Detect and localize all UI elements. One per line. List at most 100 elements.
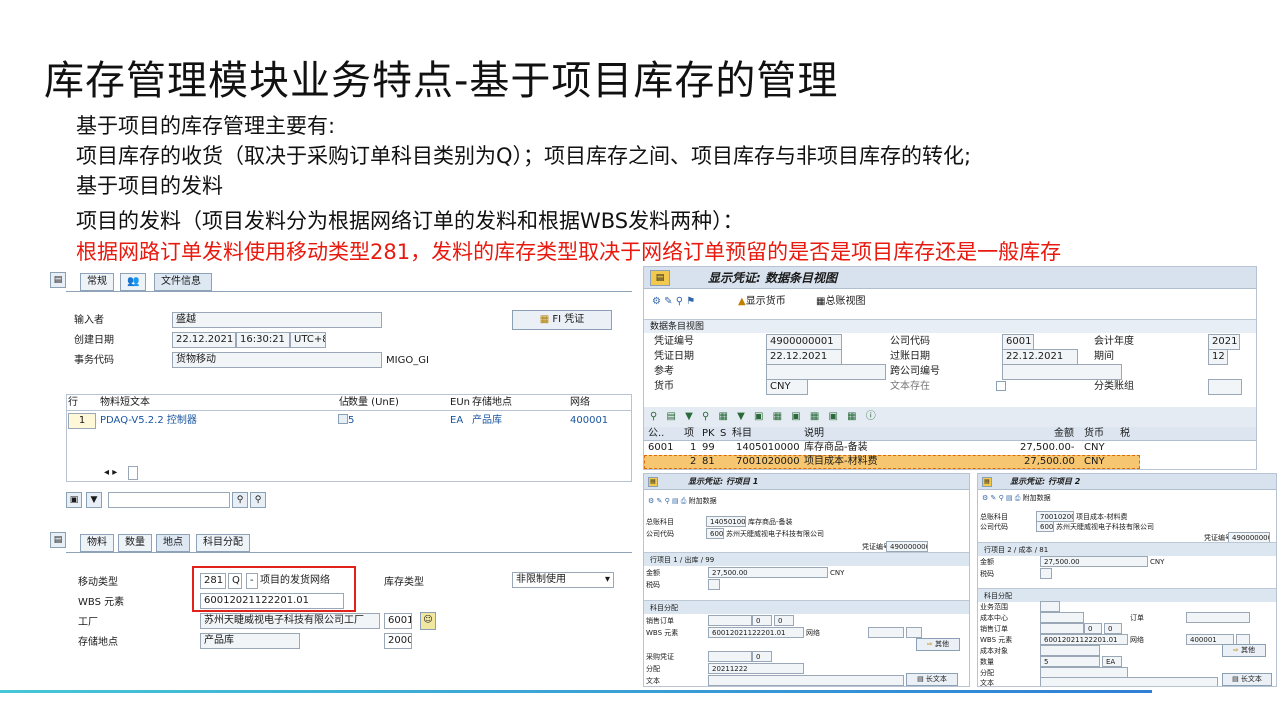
item1-so-schedule: 0 — [774, 615, 794, 626]
tab-doc-info[interactable]: 文件信息 — [154, 273, 212, 291]
item2-wbs-label: WBS 元素 — [980, 636, 1013, 644]
find-next-icon[interactable]: ⚲ — [250, 492, 266, 508]
tab-material[interactable]: 物料 — [80, 534, 114, 552]
search-input[interactable] — [108, 492, 230, 508]
tab-account-assignment[interactable]: 科目分配 — [196, 534, 250, 552]
col-network: 网络 — [570, 397, 590, 408]
item1-tax-label: 税码 — [646, 581, 660, 589]
fiscal-year-field: 2021 — [1208, 334, 1240, 350]
item1-gl-field: 1405010000 — [706, 516, 746, 527]
menu-icon[interactable]: ▤ — [648, 477, 658, 487]
row2-currency: CNY — [1084, 456, 1105, 467]
tab-where[interactable]: 地点 — [156, 534, 190, 552]
row2-item: 2 — [690, 456, 697, 467]
menu-icon[interactable]: ▤ — [650, 270, 670, 286]
ledger-group-field — [1208, 379, 1242, 395]
toolbar-icons[interactable]: ⚙ ✎ ⚲ ⚑ — [652, 295, 695, 309]
col-qty: 数量 (UnE) — [348, 397, 399, 408]
row-line-cell[interactable]: 1 — [68, 413, 96, 429]
col-material-text: 物料短文本 — [100, 397, 150, 408]
tab-general[interactable]: 常规 — [80, 273, 114, 291]
item1-more-button[interactable]: ⇨ 其他 — [916, 638, 960, 651]
item2-longtext-button[interactable]: ▤ 长文本 — [1222, 673, 1272, 686]
item2-gl-desc: 项目成本-材料费 — [1076, 513, 1128, 521]
col-tax: 税 — [1120, 428, 1130, 439]
item2-order-label: 订单 — [1130, 614, 1144, 622]
item2-more-button[interactable]: ⇨ 其他 — [1222, 644, 1266, 657]
item1-cc-field: 6001 — [706, 528, 724, 539]
menu-icon[interactable]: ▤ — [982, 477, 992, 487]
item2-title: 显示凭证: 行项目 2 — [1010, 477, 1081, 486]
item2-account-section: 科目分配 — [978, 588, 1276, 602]
company-code-field: 6001 — [1002, 334, 1034, 350]
col-unit: EUn — [450, 397, 470, 408]
document-icon: ▦ — [539, 314, 550, 325]
item2-amount-field: 27,500.00 — [1040, 556, 1148, 567]
collapse-icon[interactable]: ▤ — [50, 272, 66, 288]
timezone-field: UTC+8 — [290, 332, 326, 348]
display-currency-button[interactable]: ▲显示货币 — [738, 295, 786, 309]
item1-title: 显示凭证: 行项目 1 — [688, 477, 759, 486]
item1-assign-label: 分配 — [646, 665, 660, 673]
row1-desc: 库存商品-备装 — [804, 442, 868, 453]
scroll-arrows-icon[interactable]: ◂ ▸ — [104, 466, 117, 480]
item1-amount-label: 金额 — [646, 569, 660, 577]
row-sloc: 产品库 — [472, 415, 502, 426]
item2-line-section: 行项目 2 / 成本 / 81 — [978, 542, 1276, 556]
plant-field[interactable]: 6001 — [384, 613, 412, 629]
col-amount: 金额 — [1054, 428, 1074, 439]
gl-view-button[interactable]: ▦总账视图 — [816, 295, 865, 309]
filter-icon[interactable]: ▼ — [86, 492, 102, 508]
stock-type-select[interactable]: 非限制使用 ▾ — [512, 572, 614, 588]
item1-po-field — [708, 651, 752, 662]
receipt-line: 项目库存的收货（取决于采购订单科目类别为Q）；项目库存之间、项目库存与非项目库存… — [76, 144, 972, 168]
item1-longtext-button[interactable]: ▤ 长文本 — [906, 673, 958, 686]
issue-types-line: 项目的发料（项目发料分为根据网络订单的发料和根据WBS发料两种）： — [76, 209, 744, 233]
select-all-icon[interactable]: ▣ — [66, 492, 82, 508]
posting-date-label: 过账日期 — [890, 351, 930, 362]
item2-cc-label: 公司代码 — [980, 523, 1008, 531]
cross-company-field — [1002, 364, 1122, 380]
item1-line-section: 行项目 1 / 出库 / 99 — [644, 552, 969, 566]
horizontal-scrollbar[interactable] — [128, 466, 138, 480]
grid-toolbar-icons[interactable]: ⚲ ▤ ▼ ⚲ ▦ ▼ ▣ ▦ ▣ ▦ ▣ ▦ ⓘ — [650, 410, 879, 424]
ledger-group-label: 分类账组 — [1094, 381, 1134, 392]
text-exists-label: 文本存在 — [890, 381, 930, 392]
sloc-field[interactable]: 2000 — [384, 633, 412, 649]
item2-unit-field: EA — [1102, 656, 1122, 667]
item2-costcenter-field — [1040, 612, 1084, 623]
item2-costobj-label: 成本对象 — [980, 647, 1008, 655]
item1-cc-name: 苏州天睫威视电子科技有限公司 — [726, 530, 824, 538]
item1-toolbar[interactable]: ⚙ ✎ ⚲ ▤ ⎙ 附加数据 — [648, 496, 717, 506]
row-qty: 5 — [348, 415, 355, 426]
item2-toolbar[interactable]: ⚙ ✎ ⚲ ▤ ⎙ 附加数据 — [982, 493, 1051, 503]
item2-assign-label: 分配 — [980, 669, 994, 677]
item1-currency: CNY — [830, 569, 845, 577]
doc-number-field: 4900000001 — [766, 334, 842, 350]
row2-account: 7001020000 — [736, 456, 800, 467]
fi-document-button[interactable]: ▦ FI 凭证 — [512, 310, 612, 330]
row2-desc: 项目成本-材料费 — [804, 456, 878, 467]
detail-collapse-icon[interactable]: ▤ — [50, 532, 66, 548]
tab-quantity[interactable]: 数量 — [118, 534, 152, 552]
col-s: S — [720, 428, 727, 439]
item2-costcenter-label: 成本中心 — [980, 614, 1008, 622]
bottom-divider — [0, 690, 1152, 693]
text-exists-checkbox — [996, 381, 1006, 391]
data-entry-section: 数据条目视图 — [644, 319, 1256, 333]
fiscal-year-label: 会计年度 — [1094, 336, 1134, 347]
item1-docno-field: 4900000001 — [886, 541, 928, 552]
row1-company: 6001 — [648, 442, 674, 453]
item2-text-label: 文本 — [980, 679, 994, 687]
plant-search-icon[interactable]: ☺ — [420, 612, 436, 630]
created-date-field: 22.12.2021 — [172, 332, 236, 348]
item1-cc-label: 公司代码 — [646, 530, 674, 538]
ok-checkbox[interactable] — [338, 414, 348, 424]
created-date-label: 创建日期 — [74, 335, 114, 346]
period-field: 12 — [1208, 349, 1228, 365]
doc-date-label: 凭证日期 — [654, 351, 694, 362]
item2-qty-label: 数量 — [980, 658, 994, 666]
slide-title: 库存管理模块业务特点-基于项目库存的管理 — [44, 58, 839, 104]
find-icon[interactable]: ⚲ — [232, 492, 248, 508]
tab-partner[interactable]: 👥 — [120, 273, 147, 291]
